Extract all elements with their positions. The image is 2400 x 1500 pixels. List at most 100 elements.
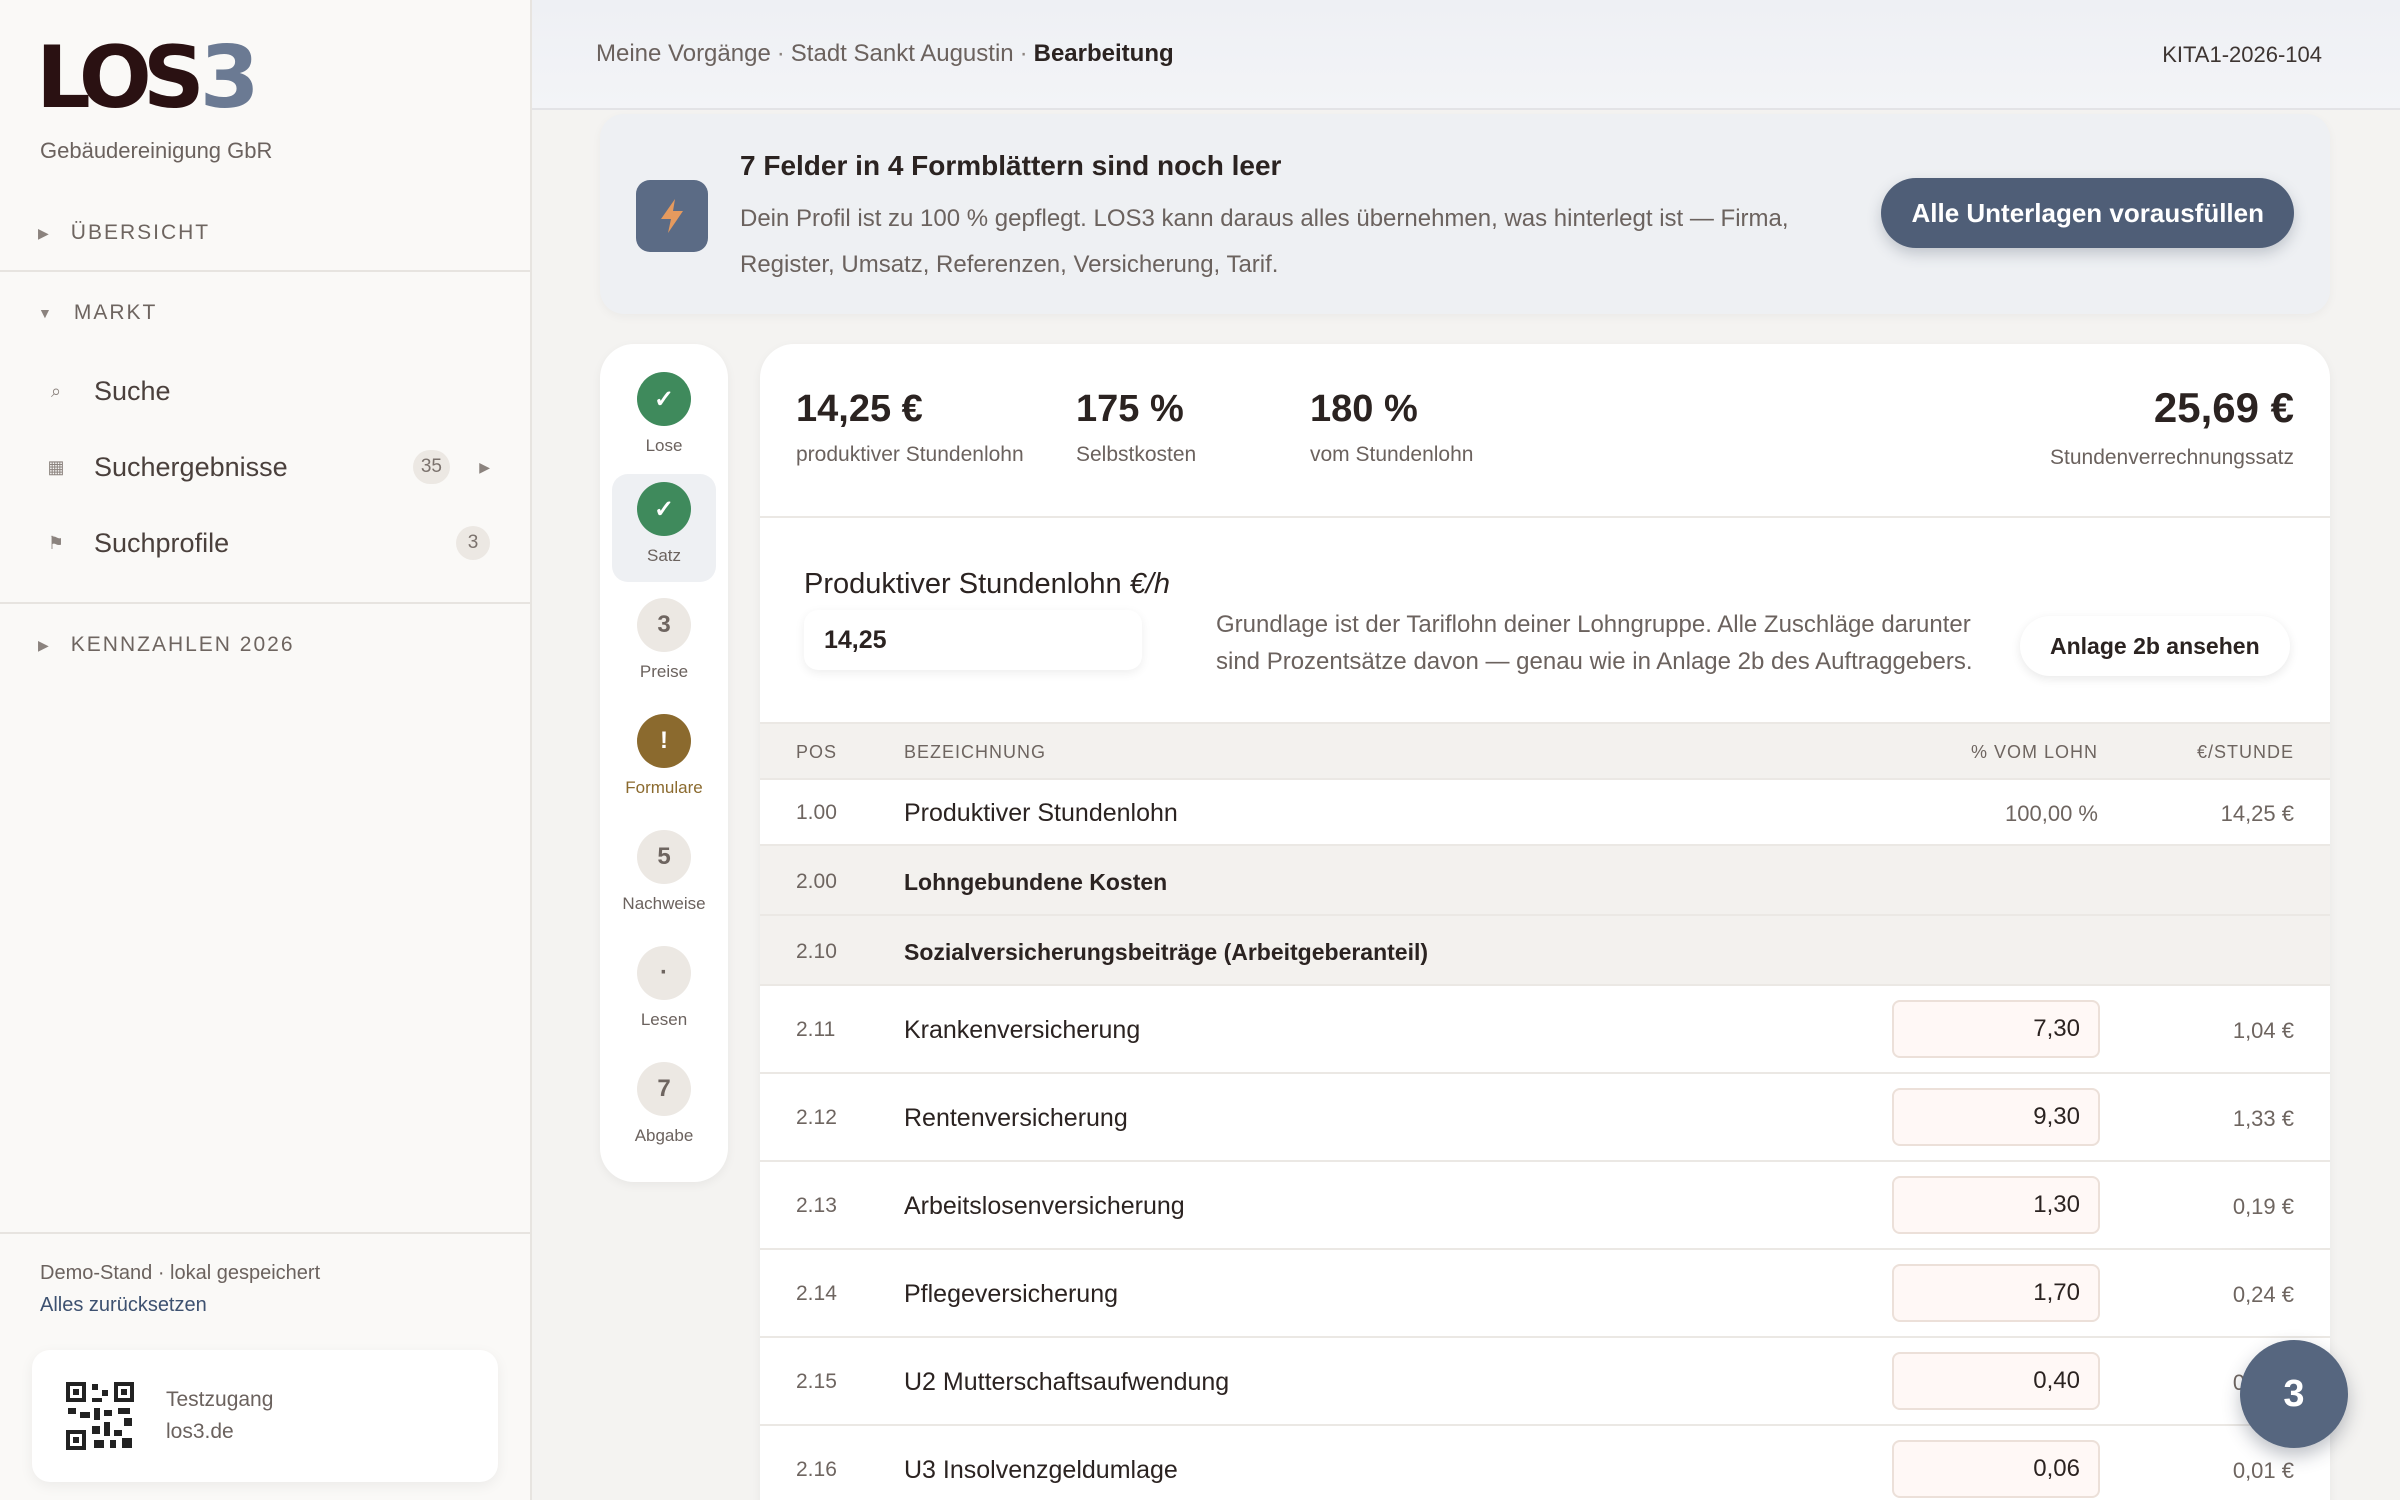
- sidebar-item-profiles[interactable]: ⚑ Suchprofile 3: [0, 512, 530, 574]
- step-label: Lesen: [640, 1010, 688, 1029]
- row-name: Rentenversicherung: [904, 1104, 1128, 1132]
- step-satz[interactable]: ✓ Satz: [612, 474, 716, 582]
- step-label: Preise: [639, 662, 689, 681]
- kpi-cost: 175 % Selbstkosten: [1076, 388, 1196, 467]
- qr-card-url: los3.de: [166, 1420, 234, 1443]
- row-name: Arbeitslosenversicherung: [904, 1192, 1185, 1220]
- step-abgabe[interactable]: 7 Abgabe: [612, 1054, 716, 1162]
- section-kpis[interactable]: ▶ KENNZAHLEN 2026: [0, 618, 530, 672]
- logo[interactable]: LOS3: [36, 35, 260, 121]
- breadcrumb-separator: ·: [1019, 40, 1028, 67]
- divider: [0, 270, 530, 272]
- view-attachment-button[interactable]: Anlage 2b ansehen: [2020, 616, 2290, 676]
- step-lesen[interactable]: · Lesen: [612, 938, 716, 1046]
- breadcrumb-item[interactable]: Meine Vorgänge: [596, 40, 771, 67]
- pct-input[interactable]: [1892, 1352, 2100, 1410]
- step-number: 7: [637, 1062, 691, 1116]
- topbar: Meine Vorgänge · Stadt Sankt Augustin · Bear…: [532, 0, 2400, 110]
- wage-input[interactable]: [804, 610, 1142, 670]
- wage-title-text: Produktiver Stundenlohn: [804, 568, 1122, 600]
- row-name: Produktiver Stundenlohn: [904, 799, 1178, 827]
- wage-unit: €/h: [1129, 568, 1170, 600]
- table-row: 2.14 Pflegeversicherung 0,24 €: [760, 1250, 2330, 1338]
- wage-title: Produktiver Stundenlohn €/h: [804, 568, 1170, 601]
- kpi-value: 175 %: [1076, 388, 1184, 430]
- table-row: 2.12 Rentenversicherung 1,33 €: [760, 1074, 2330, 1162]
- step-lose[interactable]: ✓ Lose: [612, 364, 716, 472]
- reset-link[interactable]: Alles zurücksetzen: [40, 1294, 207, 1317]
- row-name: Sozialversicherungsbeiträge (Arbeitgeber…: [904, 939, 1429, 965]
- kpi-label: produktiver Stundenlohn: [796, 443, 1024, 466]
- breadcrumb-separator: ·: [776, 40, 785, 67]
- row-pos: 2.13: [796, 1194, 837, 1217]
- sidebar-item-results[interactable]: ▦ Suchergebnisse 35 ▶: [0, 436, 530, 498]
- chevron-down-icon: ▼: [38, 305, 54, 321]
- step-label: Abgabe: [634, 1126, 694, 1145]
- count-badge: 3: [456, 526, 490, 560]
- qr-card-title: Testzugang: [166, 1388, 274, 1411]
- help-fab-button[interactable]: 3: [2240, 1340, 2348, 1448]
- row-name: U2 Mutterschaftsaufwendung: [904, 1368, 1230, 1396]
- row-pos: 2.15: [796, 1370, 837, 1393]
- case-id: KITA1-2026-104: [2162, 42, 2322, 67]
- table-header: POS BEZEICHNUNG % VOM LOHN €/STUNDE: [760, 722, 2330, 780]
- banner-title: 7 Felder in 4 Formblättern sind noch lee…: [740, 150, 1282, 181]
- row-pos: 2.10: [796, 940, 837, 963]
- col-name: BEZEICHNUNG: [904, 742, 1047, 762]
- check-icon: ✓: [637, 482, 691, 536]
- warning-icon: !: [637, 714, 691, 768]
- pct-input[interactable]: [1892, 1440, 2100, 1498]
- table-group-row: 2.10 Sozialversicherungsbeiträge (Arbeit…: [760, 916, 2330, 986]
- step-number: 5: [637, 830, 691, 884]
- row-pos: 2.14: [796, 1282, 837, 1305]
- breadcrumb: Meine Vorgänge · Stadt Sankt Augustin · Bear…: [596, 40, 1174, 68]
- qr-card[interactable]: Testzugang los3.de: [32, 1350, 498, 1482]
- step-label: Formulare: [625, 778, 703, 797]
- grid-icon: ▦: [47, 456, 65, 477]
- step-preise[interactable]: 3 Preise: [612, 590, 716, 698]
- prefill-all-button[interactable]: Alle Unterlagen vorausfüllen: [1881, 178, 2294, 248]
- sidebar-item-search[interactable]: ⌕ Suche: [0, 360, 530, 422]
- row-pos: 1.00: [796, 801, 837, 824]
- step-navigator: ✓ Lose ✓ Satz 3 Preise ! Formulare 5 Nac…: [600, 344, 728, 1182]
- breadcrumb-item[interactable]: Stadt Sankt Augustin: [791, 40, 1014, 67]
- kpi-label: Selbstkosten: [1076, 443, 1197, 466]
- row-name: Lohngebundene Kosten: [904, 869, 1168, 895]
- logo-main: LOS: [36, 28, 205, 128]
- step-label: Nachweise: [622, 894, 706, 913]
- kpi-value: 180 %: [1310, 388, 1418, 430]
- col-eur: €/STUNDE: [2196, 742, 2294, 762]
- chevron-right-icon: ▶: [38, 636, 51, 653]
- kpi-hourly-rate: 25,69 € Stundenverrechnungssatz: [2050, 384, 2294, 470]
- kpi-label: Stundenverrechnungssatz: [2050, 446, 2294, 469]
- step-number: 3: [637, 598, 691, 652]
- section-overview[interactable]: ▶ ÜBERSICHT: [0, 206, 530, 260]
- kpi-wage: 14,25 € produktiver Stundenlohn: [796, 388, 1024, 467]
- kpi-value: 25,69 €: [2153, 384, 2294, 431]
- banner-text: Dein Profil ist zu 100 % gepflegt. LOS3 …: [740, 205, 1789, 278]
- flag-icon: ⚑: [47, 532, 65, 553]
- company-name: Gebäudereinigung GbR: [40, 138, 273, 163]
- divider: [0, 1232, 530, 1234]
- pct-input[interactable]: [1892, 1264, 2100, 1322]
- row-eur: 1,33 €: [2232, 1106, 2294, 1131]
- sidebar-item-label: Suchprofile: [94, 527, 230, 558]
- search-icon: ⌕: [50, 380, 62, 401]
- pct-input[interactable]: [1892, 1088, 2100, 1146]
- divider: [760, 516, 2330, 518]
- kpi-markup: 180 % vom Stundenlohn: [1310, 388, 1473, 467]
- step-formulare[interactable]: ! Formulare: [612, 706, 716, 814]
- pct-input[interactable]: [1892, 1176, 2100, 1234]
- section-market[interactable]: ▼ MARKT: [0, 286, 530, 340]
- rate-calculation-card: 14,25 € produktiver Stundenlohn 175 % Se…: [760, 344, 2330, 1500]
- row-pos: 2.11: [796, 1018, 836, 1041]
- col-pos: POS: [796, 742, 838, 762]
- row-name: Krankenversicherung: [904, 1016, 1141, 1044]
- step-label: Lose: [645, 436, 683, 455]
- section-overview-label: ÜBERSICHT: [70, 221, 211, 244]
- pct-input[interactable]: [1892, 1000, 2100, 1058]
- step-nachweise[interactable]: 5 Nachweise: [612, 822, 716, 930]
- sidebar-item-label: Suchergebnisse: [94, 451, 288, 482]
- table-row: 2.16 U3 Insolvenzgeldumlage 0,01 €: [760, 1426, 2330, 1500]
- table-row: 2.13 Arbeitslosenversicherung 0,19 €: [760, 1162, 2330, 1250]
